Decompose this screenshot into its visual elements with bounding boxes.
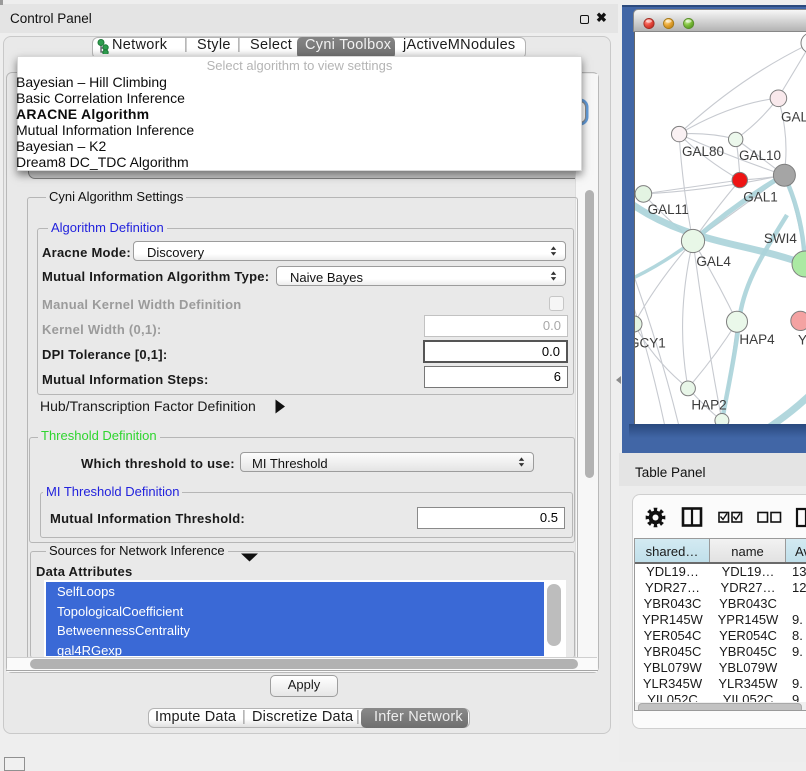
svg-text:GAL10: GAL10 (739, 148, 781, 163)
svg-text:GAL11: GAL11 (648, 202, 689, 217)
svg-text:SWI4: SWI4 (764, 231, 797, 246)
svg-text:GAL7: GAL7 (781, 110, 806, 125)
svg-text:HAP2: HAP2 (691, 398, 726, 413)
svg-text:GCY1: GCY1 (635, 336, 666, 351)
svg-text:HAP4: HAP4 (739, 332, 775, 347)
svg-text:GAL4: GAL4 (696, 254, 731, 269)
svg-text:GAL80: GAL80 (682, 144, 724, 159)
svg-text:YM: YM (798, 333, 806, 348)
svg-text:GAL1: GAL1 (743, 190, 778, 205)
